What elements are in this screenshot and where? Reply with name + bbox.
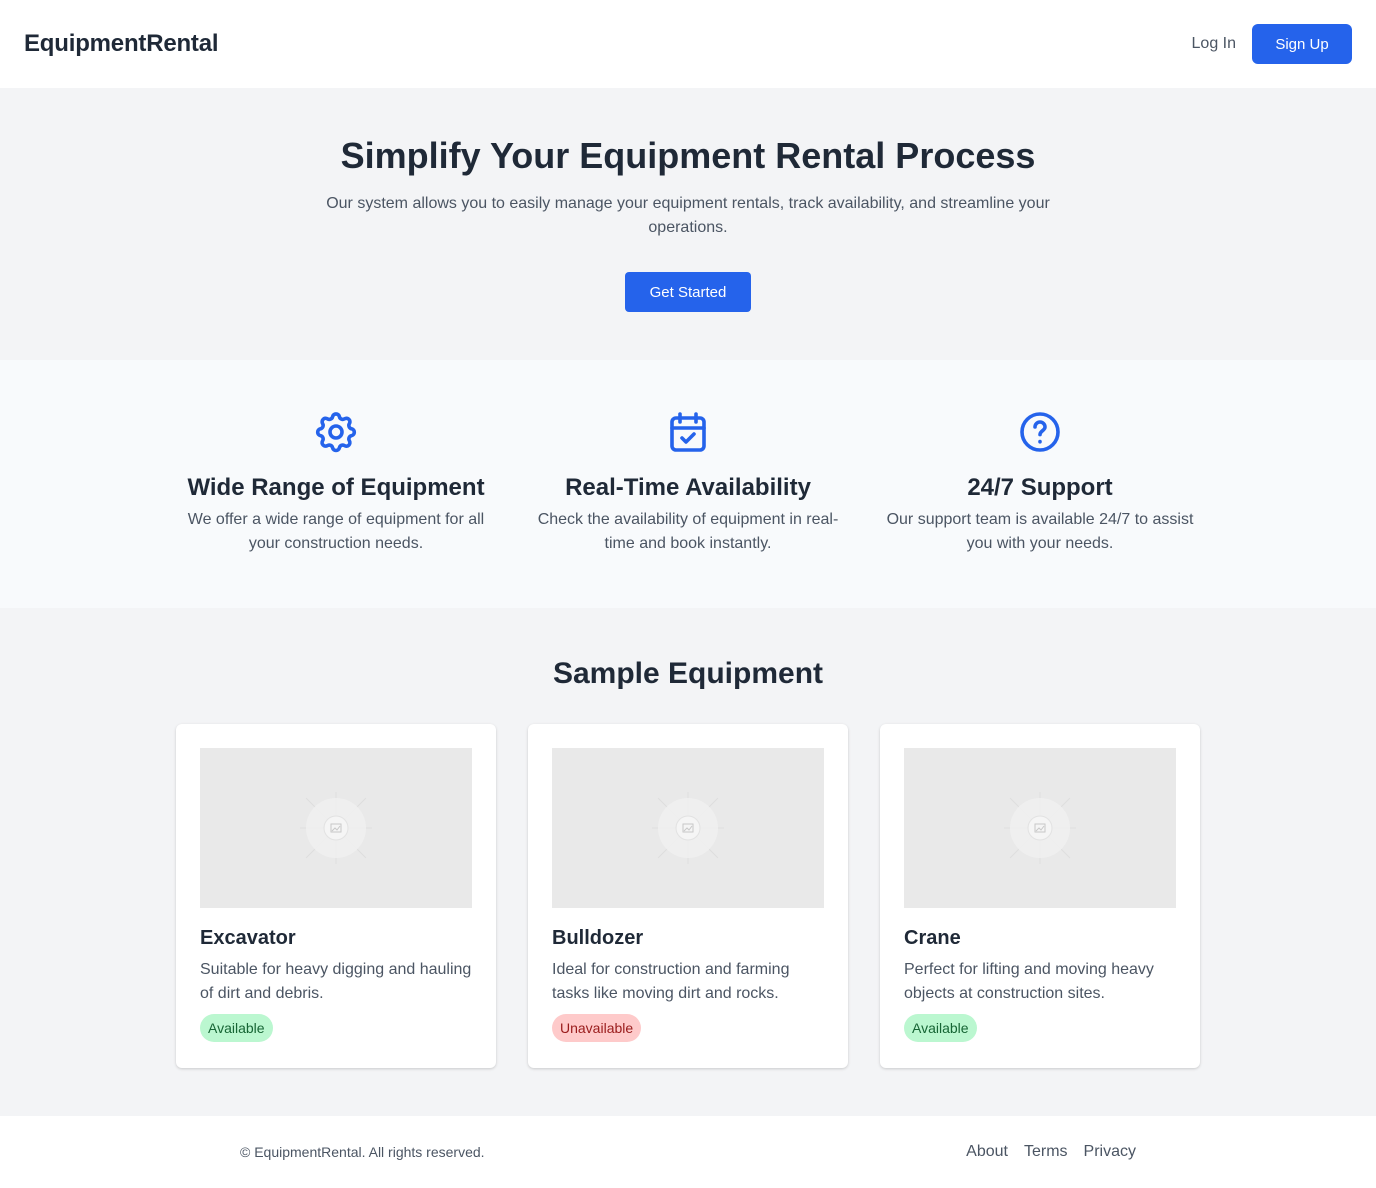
gear-icon: [176, 408, 496, 456]
feature-title: Wide Range of Equipment: [187, 474, 485, 501]
site-header: EquipmentRental Log In Sign Up: [0, 0, 1376, 88]
hero-section: Simplify Your Equipment Rental Process O…: [0, 88, 1376, 360]
equipment-description: Ideal for construction and farming tasks…: [552, 961, 790, 1002]
calendar-check-icon: [528, 408, 848, 456]
status-badge: Available: [200, 1014, 273, 1042]
image-placeholder: [904, 748, 1176, 908]
image-placeholder-icon: [300, 792, 372, 864]
image-placeholder: [200, 748, 472, 908]
feature-title: Real-Time Availability: [565, 474, 811, 501]
equipment-card-bulldozer[interactable]: Bulldozer Ideal for construction and far…: [528, 724, 848, 1068]
feature-title: 24/7 Support: [967, 474, 1113, 501]
image-placeholder-icon: [652, 792, 724, 864]
status-badge: Unavailable: [552, 1014, 642, 1042]
footer-link-privacy[interactable]: Privacy: [1084, 1143, 1136, 1161]
feature-text: Our support team is available 24/7 to as…: [886, 511, 1194, 552]
footer-link-terms[interactable]: Terms: [1024, 1143, 1068, 1161]
equipment-card-crane[interactable]: Crane Perfect for lifting and moving hea…: [880, 724, 1200, 1068]
header-nav: Log In Sign Up: [1192, 24, 1352, 64]
equipment-description: Perfect for lifting and moving heavy obj…: [904, 961, 1154, 1002]
feature-support: 24/7 Support Our support team is availab…: [880, 408, 1200, 608]
image-placeholder-icon: [1004, 792, 1076, 864]
features-section: Wide Range of Equipment We offer a wide …: [0, 360, 1376, 608]
site-footer: © EquipmentRental. All rights reserved. …: [0, 1116, 1376, 1188]
feature-text: We offer a wide range of equipment for a…: [187, 511, 485, 552]
copyright-text: © EquipmentRental. All rights reserved.: [240, 1144, 485, 1160]
get-started-button[interactable]: Get Started: [625, 272, 751, 312]
brand-logo[interactable]: EquipmentRental: [24, 30, 219, 58]
login-link[interactable]: Log In: [1192, 35, 1236, 53]
signup-button[interactable]: Sign Up: [1252, 24, 1352, 64]
image-placeholder: [552, 748, 824, 908]
question-circle-icon: [880, 408, 1200, 456]
feature-text: Check the availability of equipment in r…: [537, 511, 839, 552]
equipment-name: Crane: [904, 927, 961, 949]
hero-subtitle: Our system allows you to easily manage y…: [326, 195, 1050, 236]
sample-equipment-section: Sample Equipment Excavator Suitable for …: [0, 608, 1376, 1116]
status-badge: Available: [904, 1014, 977, 1042]
equipment-name: Excavator: [200, 927, 296, 949]
equipment-card-excavator[interactable]: Excavator Suitable for heavy digging and…: [176, 724, 496, 1068]
equipment-cards: Excavator Suitable for heavy digging and…: [0, 724, 1376, 1068]
feature-wide-range: Wide Range of Equipment We offer a wide …: [176, 408, 496, 608]
hero-title: Simplify Your Equipment Rental Process: [340, 135, 1036, 176]
section-title: Sample Equipment: [552, 657, 824, 690]
equipment-description: Suitable for heavy digging and hauling o…: [200, 961, 472, 1002]
equipment-name: Bulldozer: [552, 927, 644, 949]
feature-real-time: Real-Time Availability Check the availab…: [528, 408, 848, 608]
footer-links: About Terms Privacy: [966, 1143, 1136, 1161]
footer-link-about[interactable]: About: [966, 1143, 1008, 1161]
